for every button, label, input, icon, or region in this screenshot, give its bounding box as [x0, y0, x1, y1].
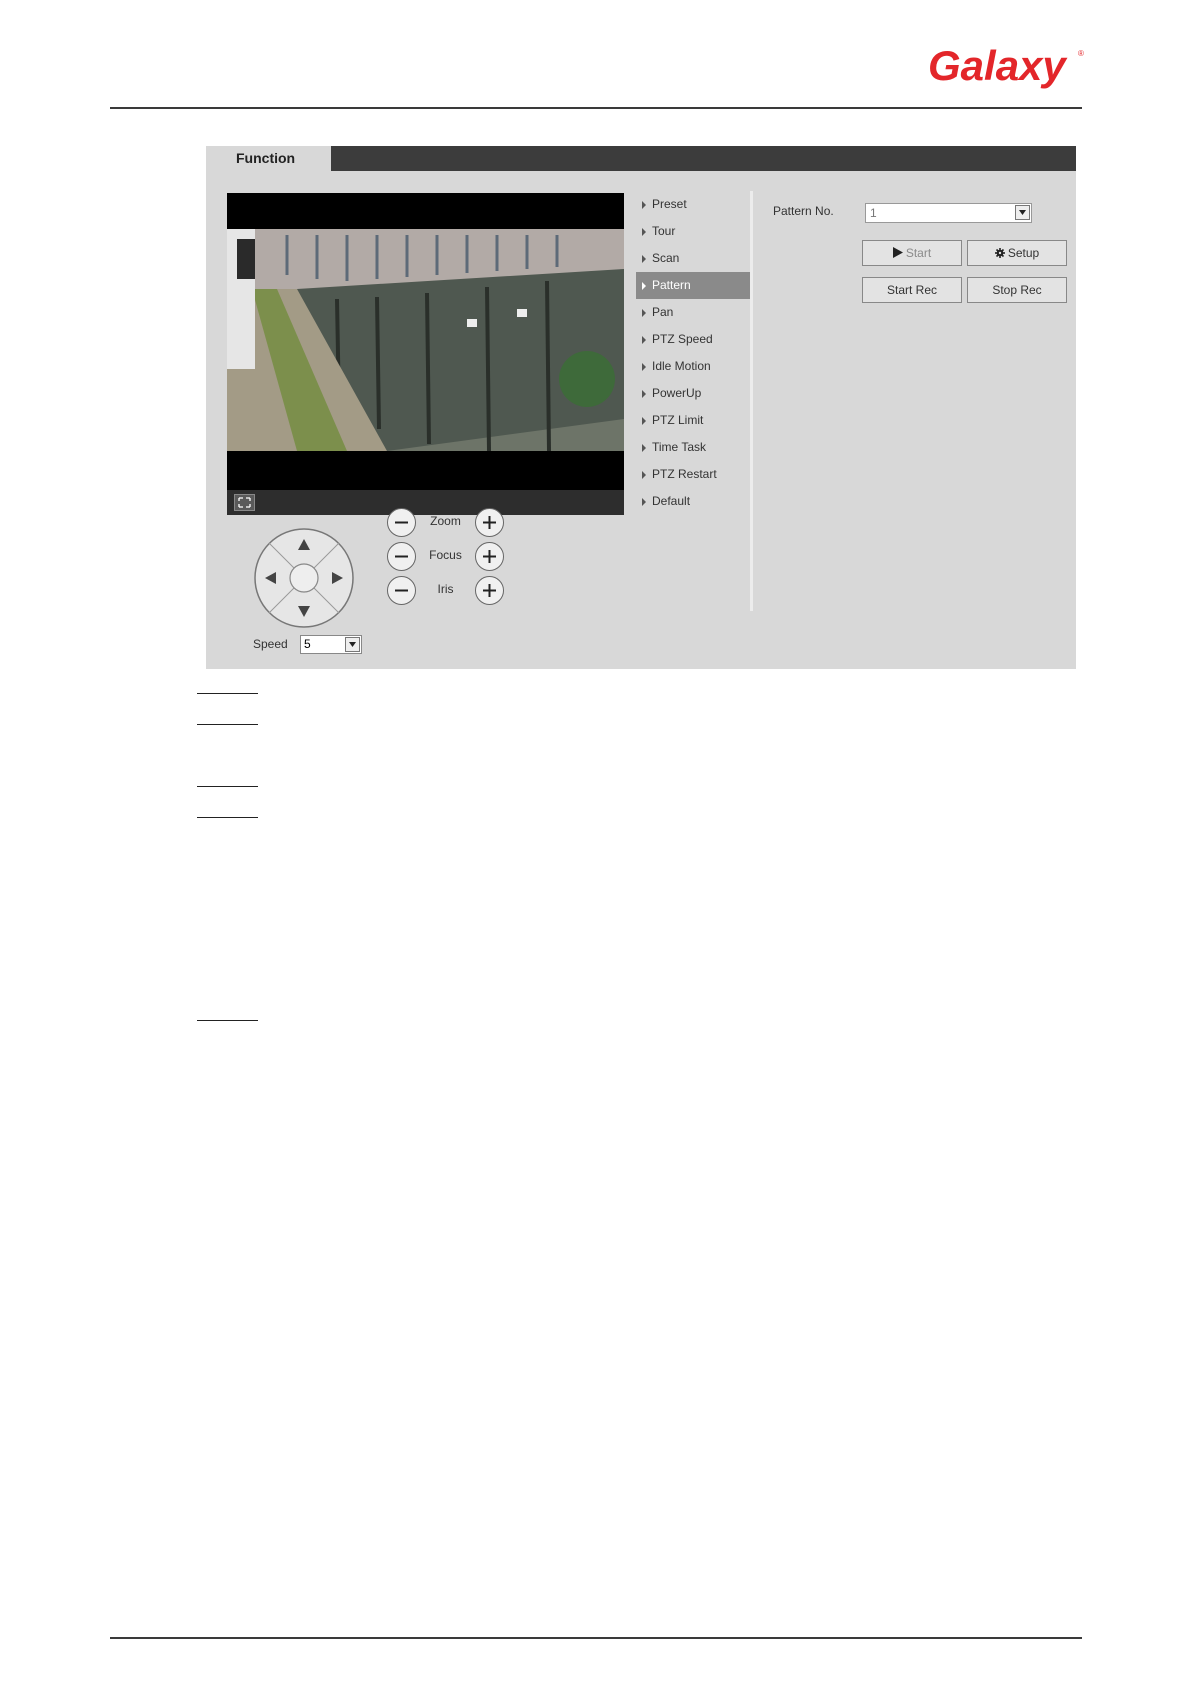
minus-icon	[395, 555, 408, 558]
setup-label: Setup	[1007, 246, 1040, 260]
menu-item-powerup[interactable]: PowerUp	[636, 380, 751, 407]
pattern-no-value: 1	[870, 206, 877, 220]
ptz-function-menu: Preset Tour Scan Pattern Pan PTZ Speed Idle Mo…	[636, 191, 751, 515]
logo-text: Galaxy	[928, 44, 1068, 89]
caret-right-icon	[642, 336, 646, 344]
plus-icon	[483, 516, 496, 529]
menu-item-ptz-restart[interactable]: PTZ Restart	[636, 461, 751, 488]
zoom-in-button[interactable]	[475, 508, 504, 537]
menu-item-label: Scan	[652, 251, 680, 265]
caret-right-icon	[642, 444, 646, 452]
fullscreen-button[interactable]	[234, 494, 255, 511]
menu-item-preset[interactable]: Preset	[636, 191, 751, 218]
focus-far-button[interactable]	[475, 542, 504, 571]
caret-right-icon	[642, 255, 646, 263]
zoom-control: Zoom	[387, 508, 507, 538]
function-panel: Function Speed 5 Zoom Focus Iris Preset …	[206, 146, 1076, 669]
menu-divider	[750, 191, 753, 611]
minus-icon	[395, 589, 408, 592]
menu-item-label: PTZ Restart	[652, 467, 717, 481]
menu-item-label: Pan	[652, 305, 674, 319]
menu-item-label: PTZ Speed	[652, 332, 713, 346]
iris-open-button[interactable]	[475, 576, 504, 605]
speed-label: Speed	[253, 637, 288, 651]
menu-item-tour[interactable]: Tour	[636, 218, 751, 245]
ptz-direction-pad[interactable]	[253, 527, 355, 629]
iris-close-button[interactable]	[387, 576, 416, 605]
menu-item-label: Idle Motion	[652, 359, 711, 373]
caret-right-icon	[642, 282, 646, 290]
ptz-center-button	[289, 563, 319, 593]
start-rec-button[interactable]: Start Rec	[862, 277, 962, 303]
caret-right-icon	[642, 498, 646, 506]
fullscreen-icon	[238, 497, 251, 508]
zoom-out-button[interactable]	[387, 508, 416, 537]
step-marker-1	[197, 693, 258, 694]
live-video	[227, 193, 624, 515]
plus-icon	[483, 550, 496, 563]
menu-item-label: Preset	[652, 197, 687, 211]
menu-item-scan[interactable]: Scan	[636, 245, 751, 272]
caret-right-icon	[642, 417, 646, 425]
menu-item-default[interactable]: Default	[636, 488, 751, 515]
header-rule	[110, 107, 1082, 109]
pattern-no-select[interactable]: 1	[865, 203, 1032, 223]
start-label: Start	[905, 246, 932, 260]
chevron-down-icon	[345, 637, 360, 652]
caret-right-icon	[642, 309, 646, 317]
camera-view-image	[227, 229, 624, 451]
focus-near-button[interactable]	[387, 542, 416, 571]
chevron-down-icon	[1015, 205, 1030, 220]
caret-right-icon	[642, 228, 646, 236]
caret-right-icon	[642, 201, 646, 209]
tab-bar: Function	[206, 146, 1076, 171]
menu-item-pattern[interactable]: Pattern	[636, 272, 751, 299]
galaxy-logo: Galaxy ®	[928, 44, 1084, 89]
speed-select[interactable]: 5	[300, 635, 362, 654]
pattern-no-label: Pattern No.	[773, 204, 834, 218]
menu-item-label: Default	[652, 494, 691, 508]
step-marker-2	[197, 724, 258, 725]
setup-button[interactable]: Setup	[967, 240, 1067, 266]
caret-right-icon	[642, 471, 646, 479]
focus-control: Focus	[387, 542, 507, 572]
start-button[interactable]: Start	[862, 240, 962, 266]
tab-function[interactable]: Function	[206, 146, 331, 171]
menu-item-time-task[interactable]: Time Task	[636, 434, 751, 461]
menu-item-ptz-speed[interactable]: PTZ Speed	[636, 326, 751, 353]
focus-label: Focus	[429, 548, 462, 562]
plus-icon	[483, 584, 496, 597]
minus-icon	[395, 521, 408, 524]
menu-item-label: Tour	[652, 224, 676, 238]
menu-item-label: Time Task	[652, 440, 707, 454]
zoom-label: Zoom	[430, 514, 461, 528]
gear-icon	[994, 248, 1005, 258]
step-marker-3	[197, 786, 258, 787]
step-marker-4	[197, 817, 258, 818]
svg-text:®: ®	[1078, 49, 1084, 58]
menu-item-idle-motion[interactable]: Idle Motion	[636, 353, 751, 380]
speed-value: 5	[304, 637, 311, 651]
play-icon	[892, 247, 903, 258]
menu-item-label: Pattern	[652, 278, 691, 292]
caret-right-icon	[642, 363, 646, 371]
iris-control: Iris	[387, 576, 507, 606]
iris-label: Iris	[437, 582, 454, 596]
menu-item-ptz-limit[interactable]: PTZ Limit	[636, 407, 751, 434]
menu-item-label: PTZ Limit	[652, 413, 704, 427]
step-marker-5	[197, 1020, 258, 1021]
menu-item-label: PowerUp	[652, 386, 702, 400]
footer-rule	[110, 1637, 1082, 1639]
caret-right-icon	[642, 390, 646, 398]
stop-rec-button[interactable]: Stop Rec	[967, 277, 1067, 303]
menu-item-pan[interactable]: Pan	[636, 299, 751, 326]
